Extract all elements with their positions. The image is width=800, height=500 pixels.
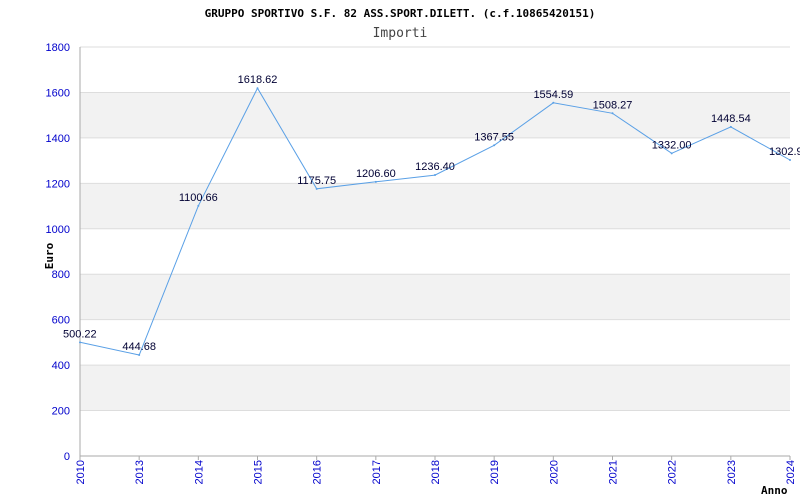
data-label: 444.68: [122, 341, 156, 353]
y-tick-label: 1600: [46, 87, 70, 99]
data-label: 1618.62: [238, 74, 278, 86]
data-point: [611, 112, 614, 115]
y-tick-label: 800: [52, 269, 70, 281]
data-label: 1554.59: [533, 89, 573, 101]
grid-band: [80, 92, 790, 138]
data-point: [138, 353, 141, 356]
data-label: 1448.54: [711, 113, 751, 125]
y-tick-label: 1000: [46, 224, 70, 236]
x-tick-label: 2020: [548, 460, 560, 484]
y-tick-label: 600: [52, 315, 70, 327]
x-tick-label: 2018: [430, 460, 442, 484]
x-axis-label: Anno: [761, 484, 788, 497]
y-tick-label: 400: [52, 360, 70, 372]
chart-title: GRUPPO SPORTIVO S.F. 82 ASS.SPORT.DILETT…: [205, 7, 596, 20]
grid-band: [80, 274, 790, 320]
x-tick-label: 2013: [134, 460, 146, 484]
grid-band: [80, 183, 790, 229]
y-axis-label: Euro: [43, 242, 56, 269]
data-point: [374, 180, 377, 183]
data-label: 1367.55: [474, 131, 514, 143]
y-tick-label: 0: [64, 451, 70, 463]
data-point: [552, 101, 555, 104]
x-tick-label: 2023: [726, 460, 738, 484]
grid-band: [80, 365, 790, 411]
x-tick-label: 2024: [785, 460, 797, 484]
data-point: [729, 125, 732, 128]
data-label: 1100.66: [179, 192, 218, 204]
x-tick-label: 2022: [667, 460, 679, 484]
y-tick-label: 1800: [46, 42, 70, 54]
y-tick-label: 200: [52, 406, 70, 418]
x-tick-label: 2016: [312, 460, 324, 484]
data-point: [256, 87, 259, 90]
data-label: 1332.00: [652, 139, 692, 151]
x-tick-label: 2014: [193, 460, 205, 484]
data-point: [670, 152, 673, 155]
data-point: [434, 174, 436, 177]
chart-subtitle: Importi: [373, 26, 428, 41]
data-point: [197, 204, 200, 207]
line-chart: 020040060080010001200140016001800 2010 20…: [43, 7, 800, 497]
data-label: 1206.60: [356, 168, 396, 180]
data-point: [789, 158, 791, 161]
data-point: [315, 187, 318, 190]
x-tick-labels: 2010 2013 2014 2015 2016 2017 2018 2019 2020 2021…: [75, 460, 797, 484]
x-tick-label: 2017: [371, 460, 383, 484]
x-tick-label: 2010: [75, 460, 87, 484]
y-tick-label: 1200: [46, 178, 70, 190]
data-point: [493, 144, 496, 147]
data-point: [79, 341, 81, 344]
data-label: 1236.40: [415, 161, 455, 173]
x-tick-label: 2021: [608, 460, 620, 484]
data-label: 1302.9: [769, 146, 800, 158]
data-label: 500.22: [63, 328, 97, 340]
y-tick-label: 1400: [46, 133, 70, 145]
data-label: 1508.27: [593, 99, 633, 111]
x-tick-label: 2019: [489, 460, 501, 484]
x-tick-label: 2015: [253, 460, 265, 484]
data-label: 1175.75: [297, 175, 336, 187]
